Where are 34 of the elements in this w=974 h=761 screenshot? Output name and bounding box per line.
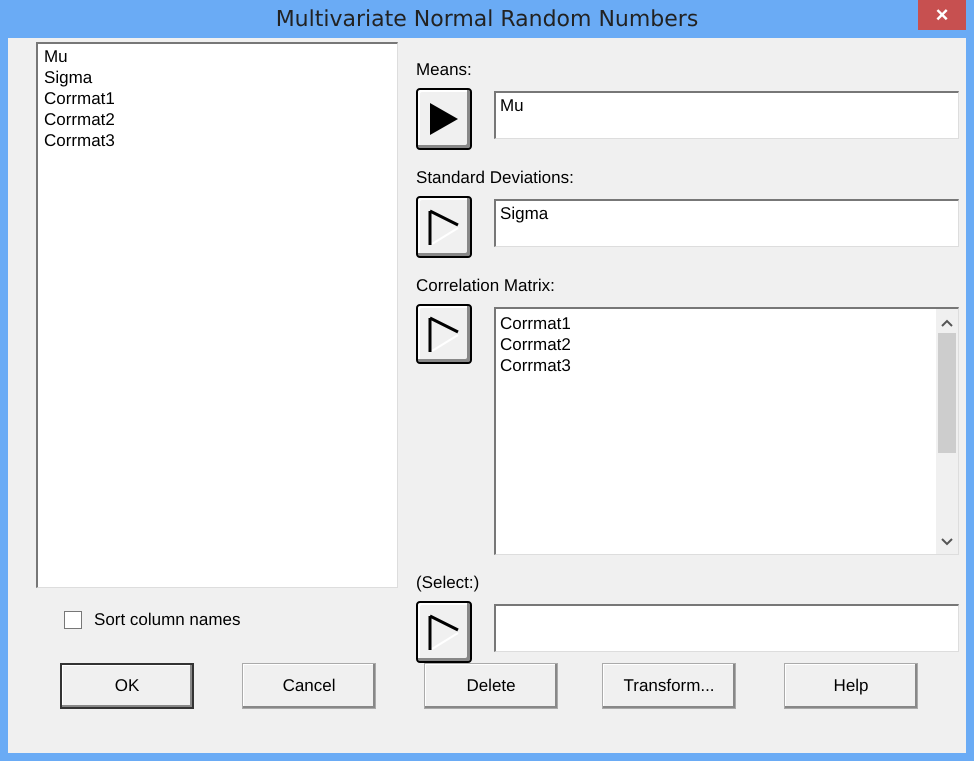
field-label: Means: <box>416 60 473 80</box>
input-field[interactable]: Mu <box>494 91 959 139</box>
dialog-button[interactable]: Help <box>784 663 918 709</box>
field-label: (Select:) <box>416 573 480 593</box>
scroll-down-icon <box>941 538 953 546</box>
scroll-up-icon <box>941 319 953 327</box>
checkbox[interactable] <box>64 611 82 629</box>
list-item[interactable]: Corrmat1 <box>44 88 391 109</box>
dialog-button[interactable]: Transform... <box>602 663 736 709</box>
list-item[interactable]: Corrmat2 <box>44 109 391 130</box>
list-box[interactable]: Corrmat1 Corrmat2 Corrmat3 <box>494 307 959 555</box>
arrow-button[interactable] <box>416 196 472 258</box>
dialog-button[interactable]: Cancel <box>242 663 376 709</box>
dialog-button[interactable]: Delete <box>424 663 558 709</box>
checkbox-label: Sort column names <box>94 610 240 630</box>
dialog-button[interactable]: OK <box>60 663 194 709</box>
list-item[interactable]: Corrmat1 <box>500 313 932 334</box>
input-field[interactable]: Sigma <box>494 199 959 247</box>
arrow-button[interactable] <box>416 601 472 663</box>
field-label: Correlation Matrix: <box>416 276 556 296</box>
close-button[interactable]: × <box>918 0 966 30</box>
field-label: Standard Deviations: <box>416 168 575 188</box>
field-value: Sigma <box>500 204 548 223</box>
input-field[interactable] <box>494 604 959 652</box>
scrollbar[interactable] <box>936 309 958 554</box>
field-value: Mu <box>500 96 524 115</box>
list-item[interactable]: Corrmat3 <box>44 130 391 151</box>
list-item[interactable]: Mu <box>44 46 391 67</box>
list-item[interactable]: Corrmat2 <box>500 334 932 355</box>
list-item[interactable]: Corrmat3 <box>500 355 932 376</box>
list-item[interactable]: Sigma <box>44 67 391 88</box>
arrow-button[interactable] <box>416 88 472 150</box>
arrow-button[interactable] <box>416 304 472 364</box>
window-title: Multivariate Normal Random Numbers <box>276 6 698 32</box>
